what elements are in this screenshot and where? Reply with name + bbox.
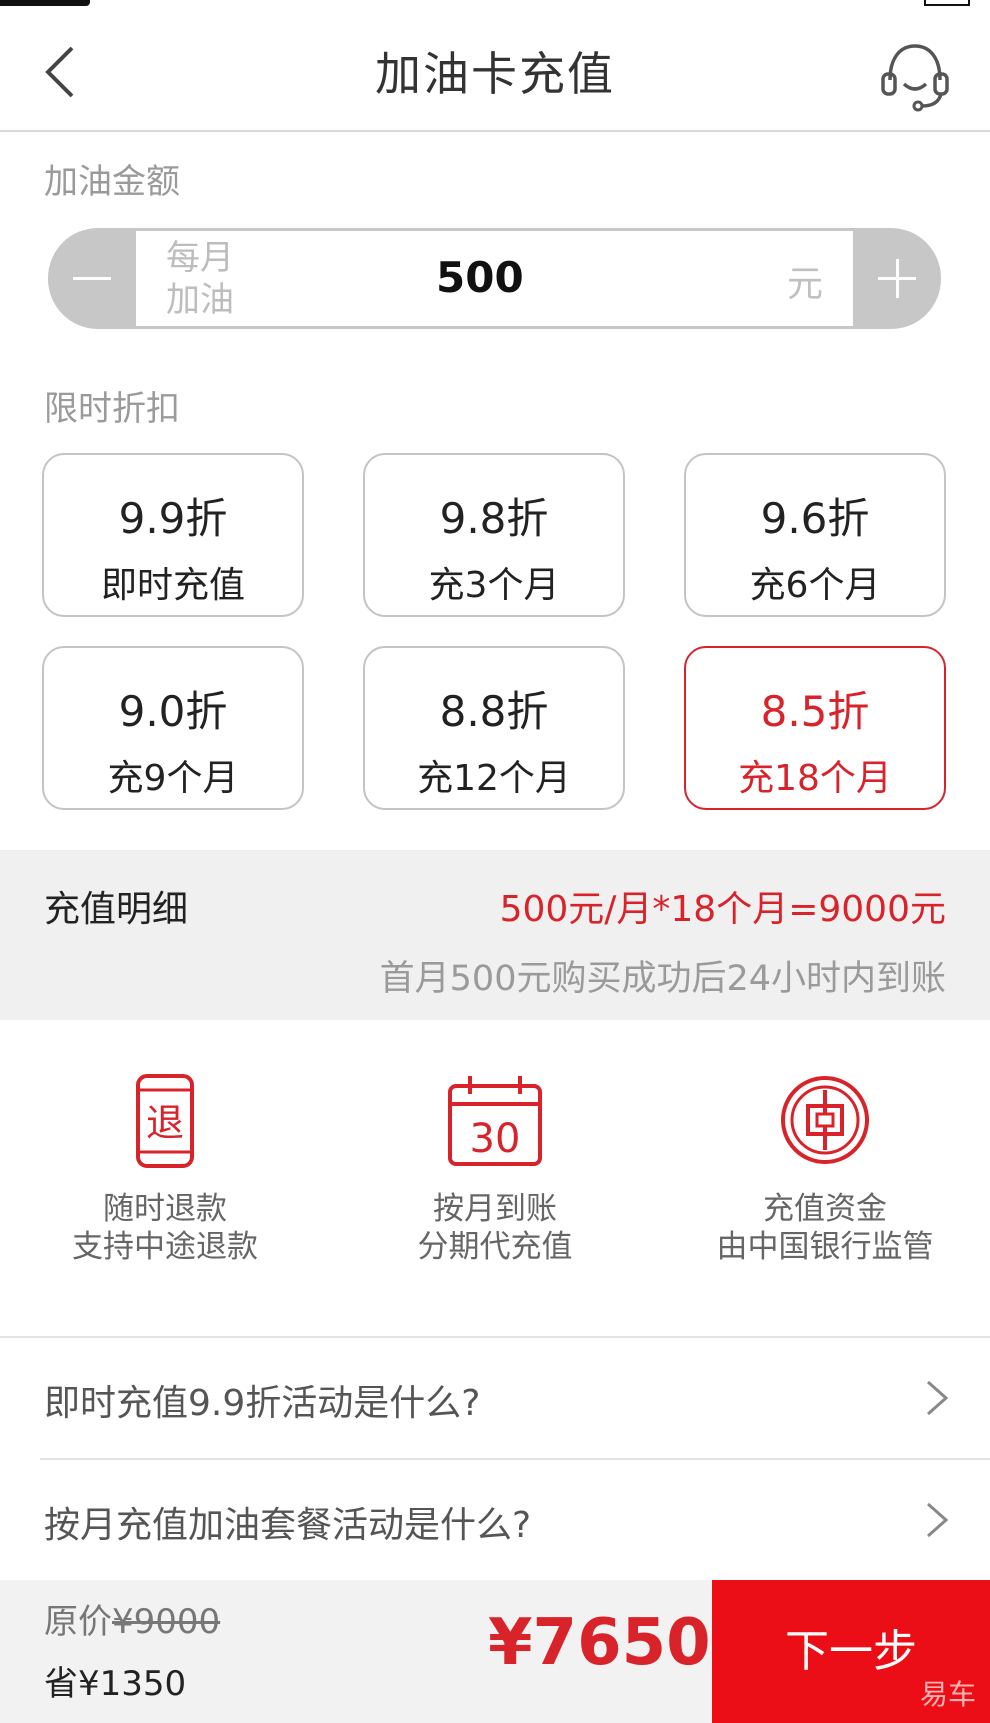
- decrease-button[interactable]: [48, 228, 136, 329]
- page: 加油卡充值 加油金额 每月加油 500 元 限时折扣 9.9折 即时充值 9.8…: [0, 0, 990, 1723]
- amount-value: 500: [436, 253, 524, 302]
- chevron-right-icon: [927, 1502, 949, 1538]
- faq-item[interactable]: 按月充值加油套餐活动是什么?: [0, 1460, 990, 1578]
- feature-monthly: 30 按月到账 分期代充值: [345, 1070, 645, 1266]
- nav-bar: 加油卡充值: [0, 14, 990, 132]
- discount-rate: 9.9折: [118, 494, 228, 543]
- svg-text:退: 退: [146, 1101, 184, 1145]
- faq-question: 即时充值9.9折活动是什么?: [44, 1383, 481, 1424]
- increase-button[interactable]: [853, 228, 941, 329]
- discount-option[interactable]: 8.8折 充12个月: [363, 646, 625, 810]
- discount-plan: 充3个月: [428, 565, 560, 606]
- discount-option[interactable]: 9.8折 充3个月: [363, 453, 625, 617]
- customer-service-headset-icon[interactable]: [878, 40, 952, 112]
- total-price: ¥7650: [488, 1606, 711, 1680]
- discount-option[interactable]: 9.9折 即时充值: [42, 453, 304, 617]
- amount-section-label: 加油金额: [44, 162, 180, 202]
- feature-title: 随时退款: [103, 1191, 227, 1227]
- feature-subtitle: 由中国银行监管: [716, 1229, 934, 1265]
- saving-amount: 省¥1350: [44, 1664, 187, 1704]
- bank-coin-icon: [781, 1076, 869, 1164]
- page-title: 加油卡充值: [375, 47, 615, 101]
- discount-rate: 9.8折: [439, 494, 549, 543]
- detail-label: 充值明细: [44, 889, 189, 930]
- original-price-value: ¥9000: [112, 1602, 221, 1642]
- feature-refund: 退 随时退款 支持中途退款: [15, 1070, 315, 1266]
- amount-field[interactable]: 每月加油 500 元: [136, 231, 853, 326]
- feature-title: 按月到账: [433, 1191, 557, 1227]
- discount-option[interactable]: 9.0折 充9个月: [42, 646, 304, 810]
- discount-rate: 8.8折: [439, 687, 549, 736]
- feature-subtitle: 分期代充值: [417, 1229, 573, 1265]
- calendar-icon: 30: [448, 1076, 542, 1166]
- faq-item[interactable]: 即时充值9.9折活动是什么?: [0, 1338, 990, 1456]
- original-price: 原价¥9000: [44, 1594, 220, 1643]
- discount-section-label: 限时折扣: [44, 389, 180, 429]
- status-bar: [0, 0, 990, 14]
- watermark: 易车: [919, 1678, 976, 1711]
- feature-subtitle: 支持中途退款: [72, 1229, 258, 1265]
- discount-rate: 8.5折: [760, 687, 870, 736]
- discount-plan: 充9个月: [107, 758, 239, 799]
- chevron-right-icon: [927, 1380, 949, 1416]
- discount-option[interactable]: 9.6折 充6个月: [684, 453, 946, 617]
- feature-bank: 充值资金 由中国银行监管: [675, 1070, 975, 1266]
- discount-plan: 充6个月: [749, 565, 881, 606]
- recharge-detail-panel: 充值明细 500元/月*18个月=9000元 首月500元购买成功后24小时内到…: [0, 850, 990, 1020]
- refund-phone-icon: 退: [136, 1074, 194, 1168]
- amount-hint: 每月加油: [166, 238, 234, 320]
- faq-question: 按月充值加油套餐活动是什么?: [44, 1505, 532, 1546]
- discount-option-selected[interactable]: 8.5折 充18个月: [684, 646, 946, 810]
- original-price-label: 原价: [44, 1602, 112, 1642]
- checkout-bar: 原价¥9000 省¥1350 ¥7650 下一步 易车: [0, 1580, 990, 1723]
- signal-icon: [0, 0, 90, 6]
- feature-title: 充值资金: [763, 1191, 887, 1227]
- detail-formula: 500元/月*18个月=9000元: [499, 889, 946, 930]
- discount-plan: 即时充值: [100, 565, 245, 606]
- discount-plan: 充12个月: [417, 758, 571, 799]
- detail-note: 首月500元购买成功后24小时内到账: [379, 959, 946, 999]
- battery-icon: [924, 0, 970, 6]
- amount-unit: 元: [786, 264, 823, 305]
- discount-rate: 9.0折: [118, 687, 228, 736]
- discount-rate: 9.6折: [760, 494, 870, 543]
- amount-stepper: 每月加油 500 元: [48, 228, 941, 329]
- discount-plan: 充18个月: [738, 758, 892, 799]
- svg-text:30: 30: [470, 1116, 521, 1162]
